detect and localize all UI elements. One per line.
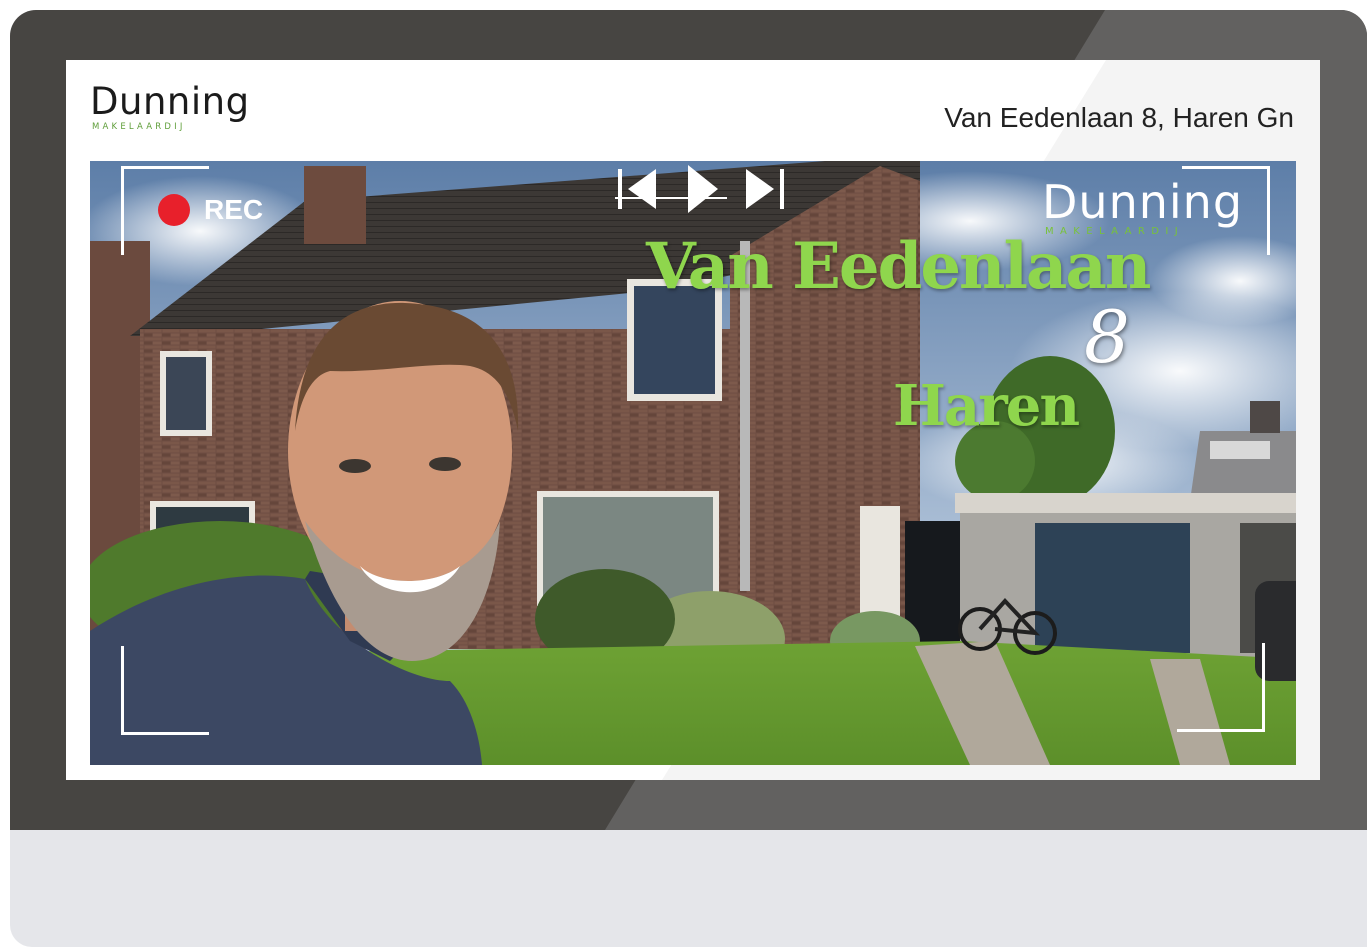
screen: Dunning MAKELAARDIJ Van Eedenlaan 8, Har… [66,60,1320,780]
video-title-street: Van Eedenlaan [646,229,1151,304]
overlay-logo: Dunning MAKELAARDIJ [1042,175,1244,237]
logo-tagline: MAKELAARDIJ [92,122,186,132]
device-frame: Dunning MAKELAARDIJ Van Eedenlaan 8, Har… [10,10,1367,947]
play-icon[interactable] [686,161,720,217]
video-title-city: Haren [893,373,1080,439]
video-title-number: 8 [1084,295,1130,379]
rec-indicator: REC [158,194,263,226]
logo-wordmark: Dunning [90,80,250,123]
rec-dot-icon [158,194,190,226]
rec-label: REC [204,194,264,225]
previous-icon[interactable] [618,161,658,217]
next-icon[interactable] [746,161,786,217]
property-address: Van Eedenlaan 8, Haren Gn [944,102,1294,133]
video-player[interactable]: REC Dunning MAKELAARDIJ Van Eedenlaan 8 … [90,161,1296,765]
frame-corner-bottom-right [1177,643,1265,732]
overlay-logo-wordmark: Dunning [1042,175,1244,229]
frame-corner-bottom-left [121,646,209,735]
brand-logo[interactable]: Dunning MAKELAARDIJ [90,80,250,133]
